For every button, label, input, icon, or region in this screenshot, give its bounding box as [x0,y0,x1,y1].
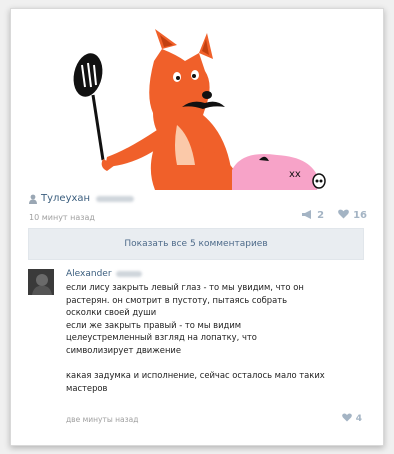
comment-line: какая задумка и исполнение, сейчас остал… [66,370,325,381]
pig-drawing: xx [232,154,326,190]
comment-author-name[interactable]: Alexander [66,269,112,279]
author-surname-blurred [96,195,135,202]
megaphone-icon [302,209,313,222]
comment-author-surname-blurred [115,271,142,277]
comment-time[interactable]: две минуты назад [66,415,138,424]
post-stats: 2 16 [302,209,367,222]
like-button[interactable]: 16 [338,209,367,222]
avatar[interactable] [28,269,54,295]
post-card: xx Тулеухан 10 минут назад 2 16 Показать… [10,8,384,446]
repost-button[interactable]: 2 [302,209,325,222]
post-time[interactable]: 10 минут назад [29,213,95,222]
fox-drawing: xx [73,29,326,190]
fox-body [101,29,237,190]
comment-line: растерян. он смотрит в пустоту, пытаясь … [66,294,288,305]
comment-line: если же закрыть правый - то мы видим [66,319,242,330]
spatula-drawing [73,53,105,161]
like-count: 16 [353,210,367,221]
heart-icon [338,209,349,222]
comment-line: если лису закрыть левый глаз - то мы уви… [66,282,304,292]
comment-text: если лису закрыть левый глаз - то мы уви… [66,281,362,394]
comment-line: осколки своей души [66,307,157,318]
heart-icon [341,413,352,425]
comment-like-button[interactable]: 4 [341,413,362,425]
post-author-name[interactable]: Тулеухан [41,193,90,204]
comment-like-count: 4 [355,414,362,424]
comment-line: мастеров [66,382,108,393]
user-icon [29,189,37,208]
comment-line [66,357,362,370]
comment-author[interactable]: Alexander [66,269,362,279]
repost-count: 2 [317,210,325,221]
show-all-comments-button[interactable]: Показать все 5 комментариев [28,228,364,260]
comment-line: целеустремленный взгляд на лопатку, что [66,332,257,343]
svg-text:xx: xx [289,169,301,180]
post-author[interactable]: Тулеухан [29,189,135,208]
comment-line: символизирует движение [66,344,182,355]
